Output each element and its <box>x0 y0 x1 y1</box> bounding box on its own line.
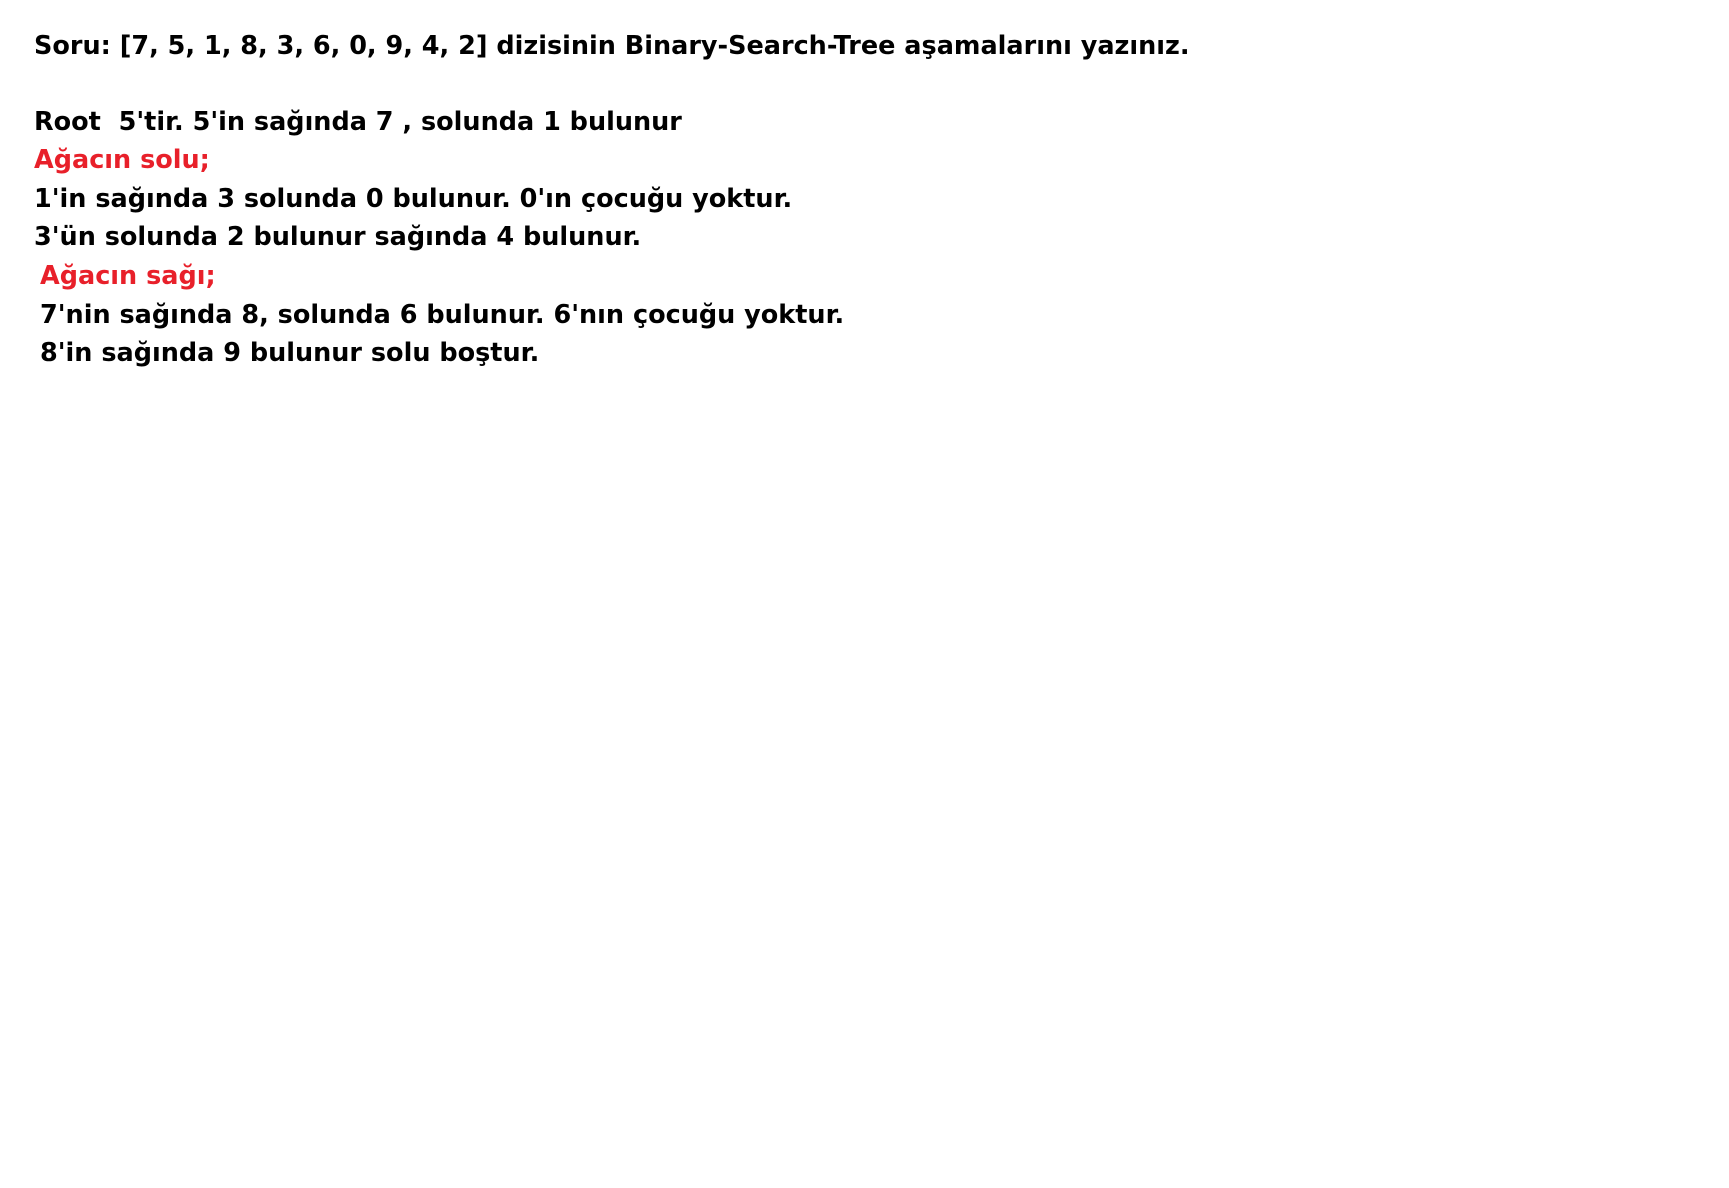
left-subtree-heading: Ağacın solu; <box>34 145 210 175</box>
right-subtree-line: 7'nin sağında 8, solunda 6 bulunur. 6'nı… <box>40 300 845 330</box>
right-subtree-heading: Ağacın sağı; <box>40 261 216 291</box>
question-text: Soru: [7, 5, 1, 8, 3, 6, 0, 9, 4, 2] diz… <box>34 31 1190 61</box>
root-description: Root 5'tir. 5'in sağında 7 , solunda 1 b… <box>34 107 682 137</box>
right-subtree-line: 8'in sağında 9 bulunur solu boştur. <box>40 338 540 368</box>
left-subtree-line: 1'in sağında 3 solunda 0 bulunur. 0'ın ç… <box>34 184 793 214</box>
left-subtree-line: 3'ün solunda 2 bulunur sağında 4 bulunur… <box>34 222 642 252</box>
